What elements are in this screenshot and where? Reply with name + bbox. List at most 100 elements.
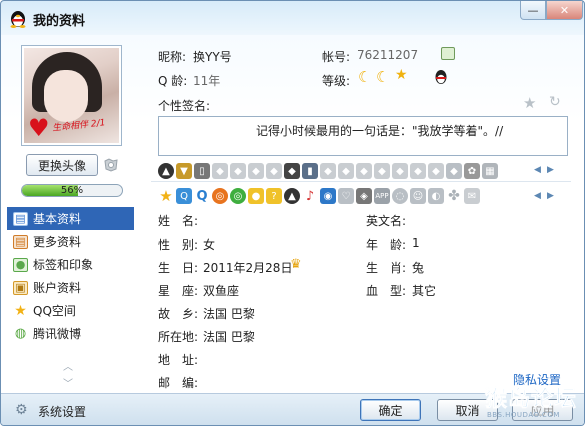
moon-level-icon: ☾ (376, 68, 390, 86)
sidebar-item-tags[interactable]: ● 标签和印象 (7, 253, 134, 276)
account-value: 76211207 (357, 48, 419, 62)
chat-bubble-icon[interactable]: ◌ (392, 188, 408, 204)
gear-icon[interactable]: ⚙ (15, 402, 31, 418)
nba-icon[interactable]: ▮ (302, 163, 318, 179)
diamond-icon[interactable]: ◆ (410, 163, 426, 179)
sidebar-item-more-info[interactable]: ▤ 更多资料 (7, 230, 134, 253)
age-label: 年 龄: (366, 238, 407, 252)
sidebar-item-account[interactable]: ▣ 账户资料 (7, 276, 134, 299)
sidebar-item-weibo[interactable]: ◍ 腾讯微博 (7, 322, 134, 345)
star-icon[interactable]: ★ (158, 187, 174, 205)
english-name-label: 英文名: (366, 214, 407, 228)
minimize-button[interactable]: — (520, 1, 546, 20)
gear-badge-icon[interactable]: ✿ (464, 163, 480, 179)
camera-app-icon[interactable]: ◉ (320, 188, 336, 204)
heart-outline-icon[interactable]: ♡ (338, 188, 354, 204)
name-label: 姓 名: (158, 214, 199, 228)
window-title: 我的资料 (33, 14, 86, 29)
qq-search-icon[interactable]: Q (194, 188, 210, 204)
divider (151, 181, 571, 182)
shield-icon[interactable]: ◆ (446, 163, 462, 179)
app-grid-icon[interactable]: ▦ (482, 163, 498, 179)
signature-input[interactable]: 记得小时候最用的一句话是："我放学等着"。// (158, 116, 568, 156)
diamond-icon[interactable]: ◆ (392, 163, 408, 179)
account-icon: ▣ (13, 280, 28, 295)
trophy-icon[interactable]: ▼ (176, 163, 192, 179)
penguin-badge-icon[interactable]: ▲ (284, 188, 300, 204)
diamond-icon[interactable]: ◆ (356, 163, 372, 179)
black-diamond-icon[interactable]: ◆ (284, 163, 300, 179)
yellow-app-icon[interactable]: ● (248, 188, 264, 204)
gender-label: 性 别: (158, 238, 199, 252)
account-label: 帐号: (322, 50, 351, 64)
signature-label: 个性签名: (158, 99, 211, 113)
zodiac-value: 兔 (412, 261, 425, 275)
mail-icon[interactable]: ✉ (464, 188, 480, 204)
shield-gray-icon[interactable]: ◐ (428, 188, 444, 204)
progress-text: 56% (60, 185, 84, 196)
system-settings-link[interactable]: 系统设置 (38, 403, 86, 420)
row2-prev-icon[interactable]: ◀ (534, 191, 541, 201)
question-icon[interactable]: ? (266, 188, 282, 204)
sidebar-item-qzone[interactable]: ★ QQ空间 (7, 299, 134, 322)
row1-next-icon[interactable]: ▶ (547, 165, 554, 175)
diamond-icon[interactable]: ◆ (320, 163, 336, 179)
diamond-icon[interactable]: ◆ (428, 163, 444, 179)
diamond-icon[interactable]: ◆ (266, 163, 282, 179)
diamond-icon[interactable]: ◆ (248, 163, 264, 179)
close-icon: ✕ (559, 3, 570, 17)
camera-icon[interactable] (102, 156, 120, 174)
sidebar-item-basic-info[interactable]: ▤ 基本资料 (7, 207, 134, 230)
signature-text: 记得小时候最用的一句话是："我放学等着"。// (256, 124, 504, 138)
blood-type-label: 血 型: (366, 284, 407, 298)
moon-level-icon: ☾ (358, 68, 372, 86)
qq-penguin-icon[interactable] (434, 69, 448, 85)
close-button[interactable]: ✕ (546, 1, 583, 20)
qzone-star-icon: ★ (14, 302, 27, 319)
star-level-icon: ★ (395, 67, 408, 83)
profile-window: 我的资料 — ✕ ♥ 生命相伴 2/1 更换头像 56% ▤ 基本资料 ▤ 更多… (0, 0, 585, 426)
penguin-badge-icon[interactable]: ▲ (158, 163, 174, 179)
sidebar-item-label: QQ空间 (33, 304, 76, 318)
clover-icon[interactable]: ✤ (446, 188, 462, 204)
avatar-image: ♥ 生命相伴 2/1 (24, 48, 119, 143)
avatar[interactable]: ♥ 生命相伴 2/1 (21, 45, 122, 146)
scroll-down-icon[interactable]: ﹀ (63, 375, 73, 390)
diamond-icon[interactable]: ◆ (212, 163, 228, 179)
music-icon[interactable]: ♪ (302, 188, 318, 204)
row1-prev-icon[interactable]: ◀ (534, 165, 541, 175)
qzone-icon[interactable]: Q (176, 188, 192, 204)
diamond-icon[interactable]: ◆ (338, 163, 354, 179)
profile-card-icon: ▤ (13, 211, 28, 226)
address-label: 地 址: (158, 353, 199, 367)
diamond-icon[interactable]: ◆ (230, 163, 246, 179)
nickname-value: 换YY号 (193, 50, 232, 64)
refresh-icon[interactable]: ↻ (549, 94, 561, 110)
change-avatar-button[interactable]: 更换头像 (26, 154, 98, 176)
birthday-label: 生 日: (158, 261, 199, 275)
scroll-up-icon[interactable]: ︿ (63, 358, 73, 373)
star-rating-icon[interactable]: ★ (523, 94, 536, 112)
constellation-label: 星 座: (158, 284, 199, 298)
diamond-icon[interactable]: ◆ (374, 163, 390, 179)
orange-circle-icon[interactable]: ◎ (212, 188, 228, 204)
row2-next-icon[interactable]: ▶ (547, 191, 554, 201)
green-circle-icon[interactable]: ◎ (230, 188, 246, 204)
watermark-url: BBS.HOUDAO.COM (487, 411, 560, 419)
qq-penguin-icon (9, 8, 27, 28)
birthday-value: 2011年2月28日 (203, 261, 293, 275)
sidebar-nav: ▤ 基本资料 ▤ 更多资料 ● 标签和印象 ▣ 账户资料 ★ QQ空间 ◍ 腾讯… (7, 207, 134, 345)
app-icon[interactable]: APP (374, 188, 390, 204)
badge-icon-row-1: ▲ ▼ ▯ ◆ ◆ ◆ ◆ ◆ ▮ ◆ ◆ ◆ ◆ ◆ ◆ ◆ ◆ ✿ ▦ (158, 163, 498, 181)
zodiac-label: 生 肖: (366, 261, 407, 275)
qq-age-value: 11年 (193, 74, 221, 88)
constellation-value: 双鱼座 (203, 284, 240, 298)
ok-button[interactable]: 确定 (360, 399, 421, 421)
face-icon[interactable]: ☺ (410, 188, 426, 204)
title-bar[interactable]: 我的资料 — ✕ (1, 1, 584, 35)
game-icon[interactable]: ◈ (356, 188, 372, 204)
nickname-label: 昵称: (158, 50, 187, 64)
qq-age-label: Q 龄: (158, 74, 188, 88)
copy-account-icon[interactable] (441, 47, 455, 60)
phone-icon[interactable]: ▯ (194, 163, 210, 179)
